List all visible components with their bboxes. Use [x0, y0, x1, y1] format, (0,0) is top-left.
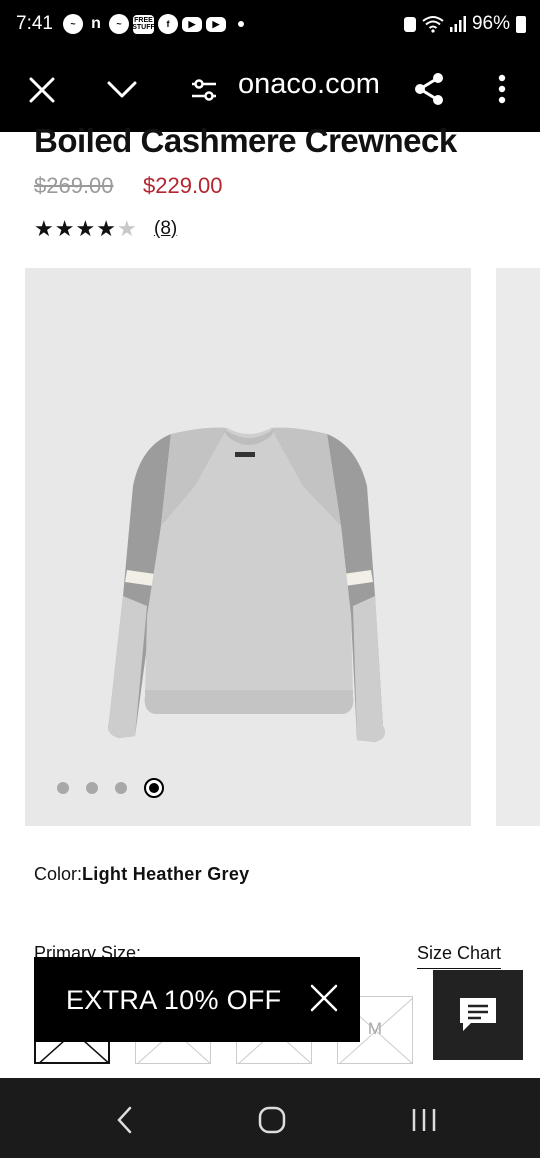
recents-button[interactable]: [404, 1100, 444, 1140]
color-value: Light Heather Grey: [82, 864, 250, 884]
battery-percent: 96%: [471, 13, 510, 34]
home-icon: [258, 1106, 286, 1134]
back-button[interactable]: [104, 1100, 144, 1140]
original-price: $269.00: [34, 173, 114, 198]
next-product-image[interactable]: [496, 268, 540, 826]
status-right: 96%: [403, 0, 526, 48]
browser-toolbar: onaco.com: [0, 48, 540, 132]
pagination-dot-active[interactable]: [144, 778, 164, 798]
browser-menu-button[interactable]: [482, 68, 522, 110]
star-icon: ★: [34, 216, 55, 241]
image-pagination: [57, 778, 164, 798]
size-chart-link[interactable]: Size Chart: [417, 943, 502, 969]
youtube-icon: ▶: [205, 16, 226, 32]
status-bar: 7:41 ~ n ~ FREE STUFF f ▶ ▶ 96%: [0, 0, 540, 48]
free-stuff-icon: FREE STUFF: [132, 14, 155, 34]
close-icon: [29, 77, 55, 103]
battery-icon: [516, 15, 526, 33]
home-button[interactable]: [252, 1100, 292, 1140]
color-selection: Color:Light Heather Grey: [34, 864, 249, 885]
star-icon: ★: [96, 216, 117, 241]
lock-icon: [403, 16, 416, 32]
n-icon: n: [91, 15, 101, 32]
more-notifications-dot: [237, 21, 244, 27]
pagination-dot[interactable]: [115, 782, 127, 794]
share-button[interactable]: [408, 68, 450, 110]
close-icon: [310, 984, 338, 1012]
promo-text: EXTRA 10% OFF: [66, 985, 282, 1015]
close-tab-button[interactable]: [22, 70, 62, 110]
back-icon: [117, 1106, 132, 1134]
sweater-image: [108, 427, 385, 742]
chat-icon: [460, 998, 496, 1031]
chevron-down-icon: [107, 81, 137, 98]
product-image[interactable]: [25, 268, 471, 826]
star-empty-icon: ★: [116, 216, 138, 241]
youtube-icon: ▶: [181, 16, 202, 32]
pagination-dot[interactable]: [86, 782, 98, 794]
pagination-dot[interactable]: [57, 782, 69, 794]
site-settings-button[interactable]: [184, 70, 224, 110]
share-icon: [415, 73, 443, 105]
sale-price: $229.00: [143, 173, 223, 198]
minimize-button[interactable]: [102, 70, 142, 110]
system-navigation-bar: [0, 1078, 540, 1158]
promo-close-button[interactable]: [310, 984, 338, 1017]
rating-stars[interactable]: ★★★★★: [34, 216, 138, 242]
color-label: Color:: [34, 864, 83, 884]
review-count-link[interactable]: (8): [154, 218, 177, 240]
facebook-icon: f: [157, 14, 178, 34]
more-vert-icon: [498, 74, 506, 104]
messenger-icon: ~: [62, 14, 83, 34]
recents-icon: [412, 1109, 436, 1131]
status-time: 7:41: [16, 13, 53, 34]
star-icon: ★: [75, 216, 97, 241]
messenger-icon: ~: [108, 14, 129, 34]
signal-icon: [449, 16, 466, 32]
url-field[interactable]: onaco.com: [238, 68, 380, 101]
product-title: Boiled Cashmere Crewneck: [34, 122, 457, 159]
notification-icons: ~ n ~ FREE STUFF f ▶ ▶: [62, 14, 244, 34]
star-icon: ★: [54, 216, 76, 241]
promo-banner[interactable]: EXTRA 10% OFF: [34, 957, 360, 1042]
tune-icon: [192, 79, 216, 101]
chat-button[interactable]: [433, 970, 523, 1060]
wifi-icon: [422, 16, 444, 33]
